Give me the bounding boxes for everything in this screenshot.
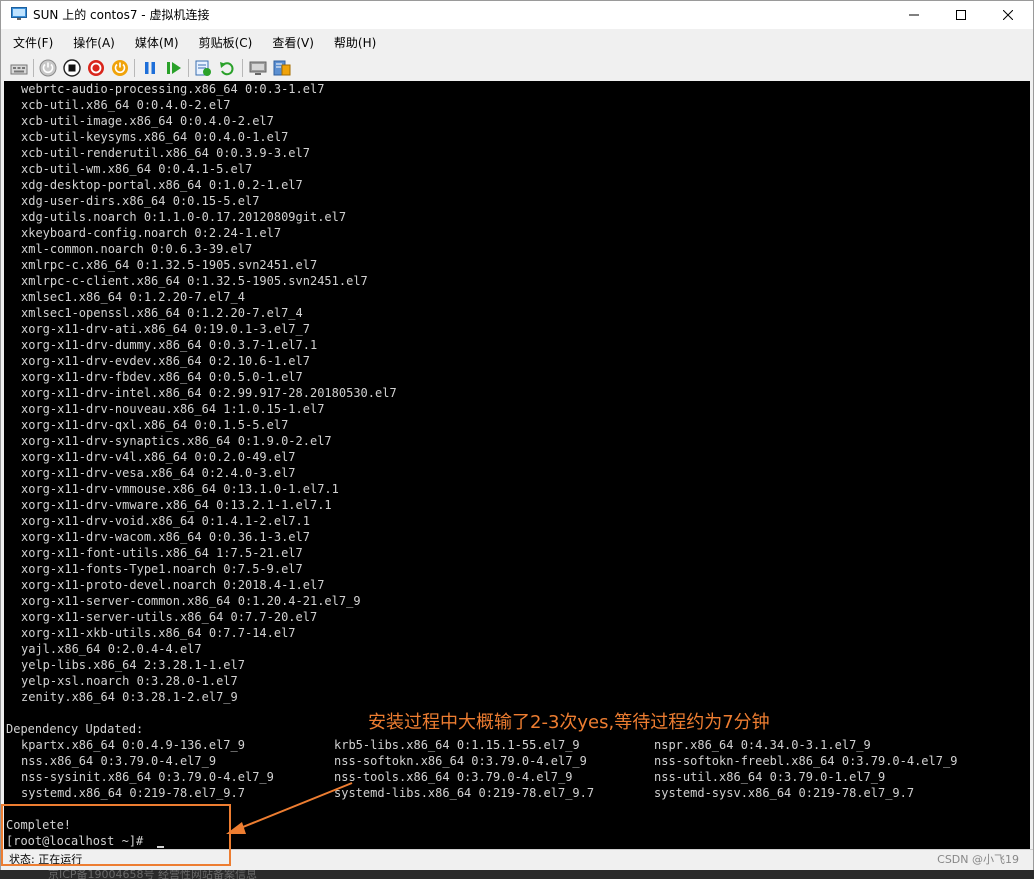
- console-package-line: xkeyboard-config.noarch 0:2.24-1.el7: [21, 226, 282, 240]
- ctrl-alt-del-icon[interactable]: [10, 59, 28, 77]
- watermark-text: CSDN @小飞19: [937, 853, 1019, 866]
- console-package-line: xorg-x11-drv-synaptics.x86_64 0:1.9.0-2.…: [21, 434, 332, 448]
- console-package-line: xcb-util-wm.x86_64 0:0.4.1-5.el7: [21, 162, 253, 176]
- console-dependency-item: nss-tools.x86_64 0:3.79.0-4.el7_9: [334, 770, 573, 784]
- console-package-line: xmlsec1-openssl.x86_64 0:1.2.20-7.el7_4: [21, 306, 303, 320]
- console-package-line: xorg-x11-drv-vmmouse.x86_64 0:13.1.0-1.e…: [21, 482, 339, 496]
- console-package-line: xcb-util-keysyms.x86_64 0:0.4.0-1.el7: [21, 130, 289, 144]
- console-package-line: xdg-user-dirs.x86_64 0:0.15-5.el7: [21, 194, 260, 208]
- revert-icon[interactable]: [218, 59, 236, 77]
- close-button[interactable]: [985, 1, 1031, 29]
- toolbar: [1, 55, 1033, 81]
- console-package-line: yelp-libs.x86_64 2:3.28.1-1.el7: [21, 658, 245, 672]
- minimize-button[interactable]: [891, 1, 937, 29]
- console-package-line: xorg-x11-drv-vmware.x86_64 0:13.2.1-1.el…: [21, 498, 332, 512]
- console-package-line: xcb-util-renderutil.x86_64 0:0.3.9-3.el7: [21, 146, 310, 160]
- console-package-line: xorg-x11-proto-devel.noarch 0:2018.4-1.e…: [21, 578, 325, 592]
- console-package-line: xorg-x11-font-utils.x86_64 1:7.5-21.el7: [21, 546, 303, 560]
- console-package-line: yelp-xsl.noarch 0:3.28.0-1.el7: [21, 674, 238, 688]
- enhanced-session-icon[interactable]: [249, 59, 267, 77]
- console-package-line: webrtc-audio-processing.x86_64 0:0.3-1.e…: [21, 82, 325, 96]
- resume-icon[interactable]: [165, 59, 183, 77]
- console-package-line: xorg-x11-drv-ati.x86_64 0:19.0.1-3.el7_7: [21, 322, 310, 336]
- menu-help[interactable]: 帮助(H): [334, 34, 376, 51]
- console-dependency-item: nss.x86_64 0:3.79.0-4.el7_9: [21, 754, 217, 768]
- console-package-line: xorg-x11-drv-void.x86_64 0:1.4.1-2.el7.1: [21, 514, 310, 528]
- console-package-line: xcb-util-image.x86_64 0:0.4.0-2.el7: [21, 114, 274, 128]
- toolbar-separator: [188, 59, 189, 77]
- menu-file[interactable]: 文件(F): [13, 34, 53, 51]
- console-package-line: xorg-x11-drv-fbdev.x86_64 0:0.5.0-1.el7: [21, 370, 303, 384]
- console-package-line: xml-common.noarch 0:0.6.3-39.el7: [21, 242, 253, 256]
- menu-view[interactable]: 查看(V): [272, 34, 314, 51]
- title-bar[interactable]: SUN 上的 contos7 - 虚拟机连接: [1, 1, 1033, 29]
- console-dependency-item: systemd-libs.x86_64 0:219-78.el7_9.7: [334, 786, 595, 800]
- turn-off-icon[interactable]: [63, 59, 81, 77]
- background-page-text: 京ICP备19004658号 经营性网站备案信息: [48, 870, 258, 879]
- window-title: SUN 上的 contos7 - 虚拟机连接: [33, 8, 210, 22]
- menu-bar: 文件(F) 操作(A) 媒体(M) 剪贴板(C) 查看(V) 帮助(H): [1, 31, 1033, 53]
- console-package-line: xorg-x11-drv-wacom.x86_64 0:0.36.1-3.el7: [21, 530, 310, 544]
- toolbar-separator: [242, 59, 243, 77]
- minimize-icon: [909, 14, 919, 16]
- console-dependency-item: nspr.x86_64 0:4.34.0-3.1.el7_9: [654, 738, 871, 752]
- console-package-line: xorg-x11-server-common.x86_64 0:1.20.4-2…: [21, 594, 361, 608]
- console-package-line: xorg-x11-drv-qxl.x86_64 0:0.1.5-5.el7: [21, 418, 289, 432]
- console-dependency-item: systemd.x86_64 0:219-78.el7_9.7: [21, 786, 245, 800]
- console-package-line: xcb-util.x86_64 0:0.4.0-2.el7: [21, 98, 231, 112]
- console-package-line: xorg-x11-drv-vesa.x86_64 0:2.4.0-3.el7: [21, 466, 296, 480]
- close-icon: [1003, 10, 1013, 20]
- console-dependency-item: nss-sysinit.x86_64 0:3.79.0-4.el7_9: [21, 770, 274, 784]
- console-dependency-item: krb5-libs.x86_64 0:1.15.1-55.el7_9: [334, 738, 580, 752]
- console-package-line: xorg-x11-drv-nouveau.x86_64 1:1.0.15-1.e…: [21, 402, 325, 416]
- console-package-line: xmlrpc-c.x86_64 0:1.32.5-1905.svn2451.el…: [21, 258, 318, 272]
- vm-connection-window: SUN 上的 contos7 - 虚拟机连接 文件(F) 操作(A) 媒体(M)…: [0, 0, 1034, 870]
- menu-clipboard[interactable]: 剪贴板(C): [199, 34, 253, 51]
- start-icon[interactable]: [39, 59, 57, 77]
- maximize-icon: [956, 10, 966, 20]
- annotation-text: 安装过程中大概输了2-3次yes,等待过程约为7分钟: [368, 712, 770, 733]
- maximize-button[interactable]: [938, 1, 984, 29]
- menu-media[interactable]: 媒体(M): [135, 34, 179, 51]
- console-package-line: xmlsec1.x86_64 0:1.2.20-7.el7_4: [21, 290, 245, 304]
- console-dependency-header: Dependency Updated:: [6, 722, 144, 736]
- shutdown-color: [88, 60, 104, 76]
- background-page-strip: 京ICP备19004658号 经营性网站备案信息: [0, 870, 1034, 879]
- console-dependency-item: nss-softokn.x86_64 0:3.79.0-4.el7_9: [334, 754, 587, 768]
- menu-action[interactable]: 操作(A): [73, 34, 115, 51]
- console-package-line: zenity.x86_64 0:3.28.1-2.el7_9: [21, 690, 238, 704]
- console-package-line: xmlrpc-c-client.x86_64 0:1.32.5-1905.svn…: [21, 274, 368, 288]
- console-package-line: xorg-x11-server-utils.x86_64 0:7.7-20.el…: [21, 610, 318, 624]
- toolbar-separator: [33, 59, 34, 77]
- console-package-line: xorg-x11-drv-evdev.x86_64 0:2.10.6-1.el7: [21, 354, 310, 368]
- vm-connection-icon: [11, 7, 27, 20]
- console-package-line: xdg-utils.noarch 0:1.1.0-0.17.20120809gi…: [21, 210, 347, 224]
- power-save-icon[interactable]: [111, 59, 129, 77]
- checkpoint-icon[interactable]: [194, 59, 212, 77]
- console-package-line: xorg-x11-fonts-Type1.noarch 0:7.5-9.el7: [21, 562, 303, 576]
- console-package-line: xorg-x11-drv-v4l.x86_64 0:0.2.0-49.el7: [21, 450, 296, 464]
- annotation-highlight-box: [1, 804, 231, 866]
- console-package-line: xorg-x11-xkb-utils.x86_64 0:7.7-14.el7: [21, 626, 296, 640]
- toolbar-separator: [134, 59, 135, 77]
- console-package-line: xorg-x11-drv-dummy.x86_64 0:0.3.7-1.el7.…: [21, 338, 318, 352]
- settings-icon[interactable]: [273, 59, 291, 77]
- console-dependency-item: nss-softokn-freebl.x86_64 0:3.79.0-4.el7…: [654, 754, 958, 768]
- console-dependency-item: kpartx.x86_64 0:0.4.9-136.el7_9: [21, 738, 245, 752]
- shut-down-icon[interactable]: [87, 59, 105, 77]
- console-dependency-item: systemd-sysv.x86_64 0:219-78.el7_9.7: [654, 786, 915, 800]
- pause-icon[interactable]: [141, 59, 159, 77]
- console-package-line: yajl.x86_64 0:2.0.4-4.el7: [21, 642, 202, 656]
- console-dependency-item: nss-util.x86_64 0:3.79.0-1.el7_9: [654, 770, 886, 784]
- console-package-line: xdg-desktop-portal.x86_64 0:1.0.2-1.el7: [21, 178, 303, 192]
- console-package-line: xorg-x11-drv-intel.x86_64 0:2.99.917-28.…: [21, 386, 397, 400]
